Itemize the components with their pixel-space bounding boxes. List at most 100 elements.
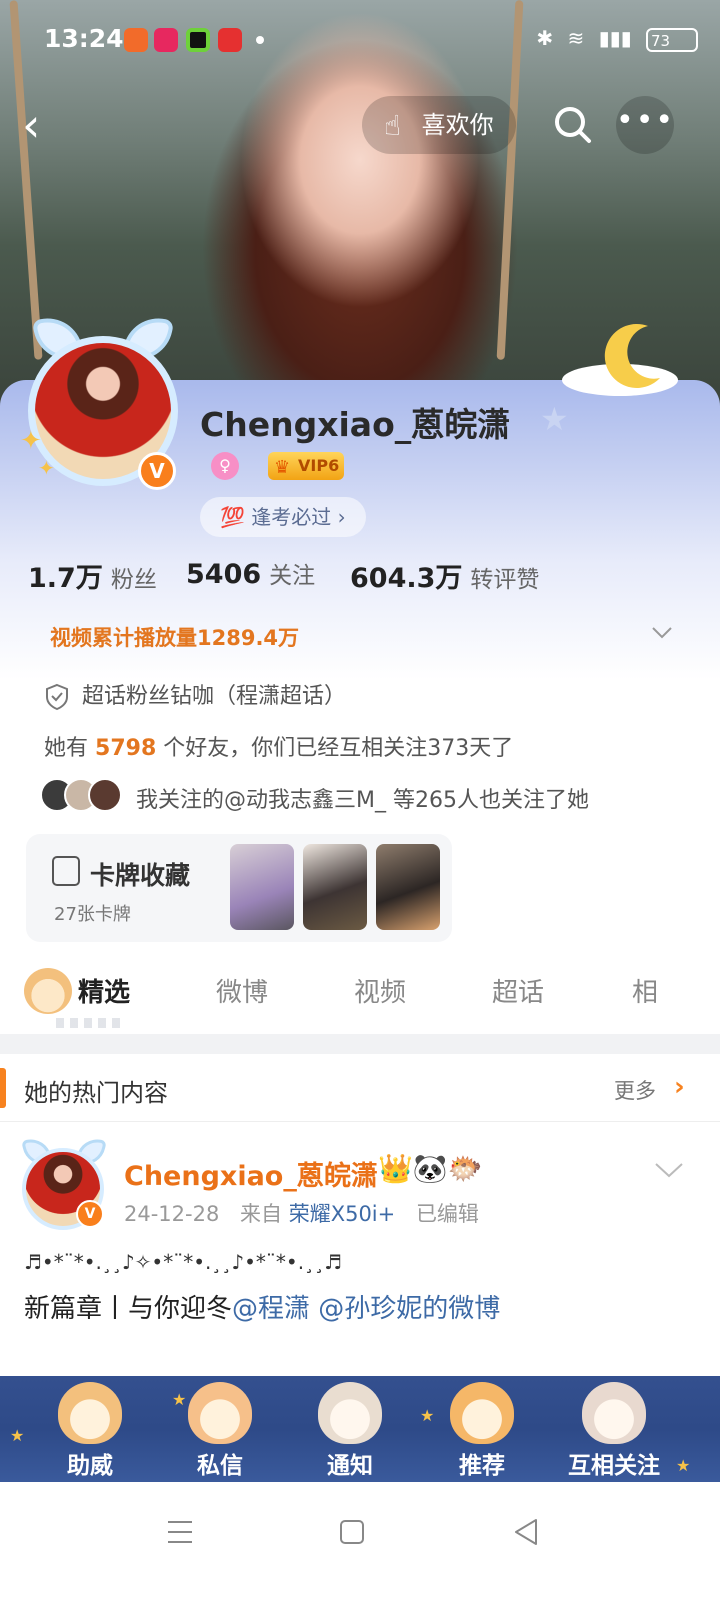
cat-icon	[450, 1382, 514, 1444]
star-decoration: ★	[10, 1426, 25, 1445]
card-icon	[52, 856, 80, 886]
chevron-down-icon[interactable]	[654, 1160, 684, 1180]
back-triangle-icon[interactable]	[506, 1512, 546, 1552]
stat-followers[interactable]: 1.7万 粉丝	[28, 556, 157, 595]
profile-tag[interactable]: 💯 逢考必过 ›	[200, 497, 366, 537]
hot-content-title: 她的热门内容	[24, 1079, 168, 1107]
status-time: 13:24	[44, 24, 124, 53]
notification-label: 通知	[327, 1453, 373, 1479]
post-from-label: 来自	[240, 1202, 283, 1226]
mutual-friends-info: 她有 5798 个好友，你们已经互相关注373天了	[44, 730, 513, 762]
tab-video[interactable]: 视频	[354, 972, 406, 1009]
section-divider	[0, 1034, 720, 1054]
post-date: 24-12-28	[124, 1202, 220, 1226]
avatar-star-icon: ✦	[38, 456, 55, 480]
stat-value: 604.3万	[350, 563, 463, 594]
mention-link[interactable]: @程潇	[232, 1294, 310, 1324]
mutual-follow-button[interactable]: 互相关注	[554, 1376, 674, 1482]
menu-icon[interactable]	[160, 1512, 200, 1552]
signal-icon: ▮▮▮	[598, 26, 632, 50]
tab-weibo[interactable]: 微博	[216, 972, 268, 1009]
recommend-button[interactable]: 推荐	[422, 1376, 542, 1482]
home-icon[interactable]	[332, 1512, 372, 1552]
hot-content-header: 她的热门内容 更多 ›	[0, 1056, 720, 1122]
cat-icon	[582, 1382, 646, 1444]
verified-badge: V	[76, 1200, 104, 1228]
message-button[interactable]: 私信	[160, 1376, 280, 1482]
more-options-button[interactable]: •••	[616, 96, 674, 154]
author-badges: 👑🐼🐡	[378, 1152, 483, 1185]
battery-icon: 73	[646, 27, 698, 52]
message-label: 私信	[197, 1453, 243, 1479]
red-app-icon	[218, 28, 242, 52]
search-button[interactable]	[548, 100, 598, 150]
post-decoration-line: ♬•*¨*•.¸¸♪✧•*¨*•.¸¸♪•*¨*•.¸¸♬	[24, 1250, 342, 1274]
mutual-follow-label: 互相关注	[568, 1453, 660, 1479]
card-collection-title: 卡牌收藏	[90, 861, 191, 890]
status-indicators: ✱ ≋ ▮▮▮ 73	[536, 26, 698, 52]
tab-featured[interactable]: 精选	[78, 972, 130, 1009]
profile-tabs: 精选 微博 视频 超话 相	[0, 960, 720, 1030]
tab-photos[interactable]: 相	[632, 972, 656, 1009]
star-decoration: ★	[540, 400, 569, 438]
app-notification-icon	[124, 28, 148, 52]
cat-icon	[24, 968, 72, 1014]
stat-following[interactable]: 5406 关注	[186, 556, 315, 590]
recommend-label: 推荐	[459, 1453, 505, 1479]
section-accent-bar	[0, 1068, 6, 1108]
chevron-right-icon[interactable]: ›	[674, 1072, 685, 1102]
card-thumbnail[interactable]	[230, 844, 294, 930]
vip-label: VIP6	[298, 456, 340, 475]
female-icon: ♀	[211, 452, 239, 480]
mention-link[interactable]: @孙珍妮的微博	[318, 1294, 500, 1324]
status-bar: 13:24 ✱ ≋ ▮▮▮ 73	[0, 20, 720, 60]
cheer-button[interactable]: 助威	[30, 1376, 150, 1482]
moon-decoration	[562, 323, 678, 396]
cat-icon	[188, 1382, 252, 1444]
card-thumbnail[interactable]	[303, 844, 367, 930]
cat-icon	[58, 1382, 122, 1444]
back-button[interactable]: ‹	[22, 100, 66, 150]
chevron-down-icon[interactable]	[650, 620, 674, 644]
stat-label: 转评赞	[470, 567, 540, 593]
wifi-icon: ≋	[567, 26, 585, 50]
cheer-label: 助威	[67, 1453, 113, 1479]
cat-icon	[318, 1382, 382, 1444]
mutual-follows-text: 我关注的@动我志鑫三M_ 等265人也关注了她	[136, 788, 589, 813]
avatar	[88, 778, 122, 812]
shield-icon	[46, 683, 68, 711]
crown-icon: ♛	[274, 457, 291, 478]
friends-prefix: 她有	[44, 736, 89, 761]
stat-reposts-comments-likes[interactable]: 604.3万 转评赞	[350, 556, 539, 595]
vip-badge[interactable]: ♛ VIP6	[268, 452, 344, 480]
more-link[interactable]: 更多	[614, 1075, 656, 1105]
stat-label: 粉丝	[110, 567, 157, 593]
post-text-body: 新篇章丨与你迎冬	[24, 1294, 233, 1324]
tab-supertopic[interactable]: 超话	[492, 972, 544, 1009]
profile-username: Chengxiao_蒽皖潇	[200, 405, 511, 444]
stat-label: 关注	[269, 563, 316, 589]
green-app-icon	[186, 28, 210, 52]
bottom-action-bar: ★ ★ ★ ★ 助威 私信 通知 推荐 互相关注	[0, 1376, 720, 1482]
supertopic-fan-level[interactable]: 超话粉丝钻咖（程潇超话）	[44, 678, 346, 711]
tab-indicator	[56, 1018, 120, 1028]
video-app-icon	[154, 28, 178, 52]
card-thumbnail[interactable]	[376, 844, 440, 930]
like-you-button[interactable]: ☝ 喜欢你	[362, 96, 516, 154]
post-device[interactable]: 荣耀X50i+	[289, 1202, 396, 1226]
search-icon	[555, 107, 591, 143]
heart-hand-icon: ☝	[384, 109, 402, 142]
post-text: 新篇章丨与你迎冬@程潇 @孙珍妮的微博	[24, 1288, 500, 1325]
post-meta: 24-12-28 来自 荣耀X50i+ 已编辑	[124, 1198, 479, 1228]
notification-button[interactable]: 通知	[290, 1376, 410, 1482]
battery-level: 73	[651, 31, 671, 50]
video-plays-total: 视频累计播放量1289.4万	[50, 626, 300, 650]
post-author-name[interactable]: Chengxiao_蒽皖潇	[124, 1154, 378, 1193]
post-edited: 已编辑	[415, 1202, 479, 1226]
stat-value: 1.7万	[28, 563, 103, 594]
more-notifications-icon	[256, 36, 264, 44]
card-collection[interactable]: 卡牌收藏 27张卡牌	[26, 834, 452, 942]
verified-badge: V	[138, 452, 176, 490]
card-collection-count: 27张卡牌	[54, 904, 131, 925]
stat-value: 5406	[186, 559, 262, 590]
